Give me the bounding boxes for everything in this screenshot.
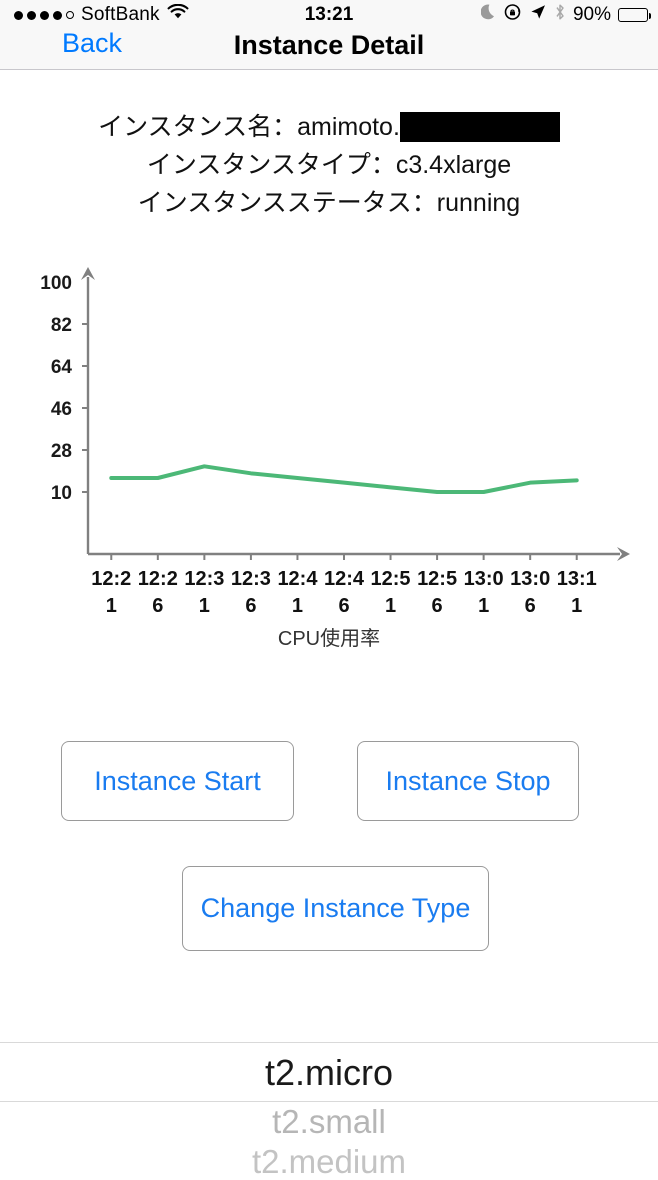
instance-name-line: インスタンス名：amimoto. bbox=[0, 108, 658, 146]
instance-stop-button[interactable]: Instance Stop bbox=[357, 741, 579, 821]
navigation-bar: Back Instance Detail bbox=[0, 28, 658, 70]
svg-text:6: 6 bbox=[152, 595, 163, 617]
svg-text:64: 64 bbox=[51, 357, 73, 378]
redaction-block bbox=[399, 112, 560, 142]
svg-text:1: 1 bbox=[199, 595, 210, 617]
svg-text:10: 10 bbox=[51, 483, 72, 504]
instance-info: インスタンス名：amimoto. インスタンスタイプ：c3.4xlarge イン… bbox=[0, 108, 658, 222]
svg-text:1: 1 bbox=[478, 595, 489, 617]
svg-text:6: 6 bbox=[525, 595, 536, 617]
svg-text:6: 6 bbox=[432, 595, 443, 617]
svg-text:13:0: 13:0 bbox=[464, 568, 504, 590]
bluetooth-icon bbox=[554, 3, 566, 27]
status-bar-right: 90% bbox=[480, 3, 651, 27]
moon-icon bbox=[480, 3, 497, 27]
svg-text:1: 1 bbox=[385, 595, 396, 617]
picker-option-after[interactable]: t2.medium bbox=[0, 1142, 658, 1180]
page-title: Instance Detail bbox=[233, 30, 425, 60]
svg-text:82: 82 bbox=[51, 315, 72, 336]
svg-text:13:0: 13:0 bbox=[510, 568, 550, 590]
svg-text:6: 6 bbox=[245, 595, 256, 617]
instance-name-label: インスタンス名：amimoto. bbox=[98, 113, 400, 141]
svg-text:46: 46 bbox=[51, 399, 72, 420]
location-arrow-icon bbox=[529, 3, 547, 27]
chart-caption: CPU使用率 bbox=[277, 628, 381, 650]
svg-text:12:4: 12:4 bbox=[324, 568, 365, 590]
svg-text:12:2: 12:2 bbox=[138, 568, 178, 590]
cpu-usage-chart-svg: 10 28 46 64 82 100 12:2 1 12:2 6 12:3 1 12:3 6 12:4 1 12… bbox=[40, 267, 630, 617]
picker-option-selected[interactable]: t2.micro bbox=[0, 1042, 658, 1102]
svg-text:100: 100 bbox=[40, 273, 72, 294]
status-bar: SoftBank 13:21 90% bbox=[0, 0, 658, 30]
battery-icon bbox=[618, 8, 651, 22]
svg-text:28: 28 bbox=[51, 441, 72, 462]
svg-text:12:5: 12:5 bbox=[371, 568, 411, 590]
svg-text:12:3: 12:3 bbox=[231, 568, 271, 590]
svg-text:1: 1 bbox=[106, 595, 117, 617]
svg-text:12:5: 12:5 bbox=[417, 568, 457, 590]
instance-status-label: インスタンスステータス：running bbox=[137, 189, 521, 217]
svg-text:6: 6 bbox=[338, 595, 349, 617]
svg-text:12:2: 12:2 bbox=[91, 568, 131, 590]
picker-option-next[interactable]: t2.small bbox=[0, 1102, 658, 1142]
instance-type-label: インスタンスタイプ：c3.4xlarge bbox=[146, 151, 512, 179]
cpu-usage-chart: 10 28 46 64 82 100 12:2 1 12:2 6 12:3 1 12:3 6 12:4 1 12… bbox=[0, 255, 658, 655]
svg-text:12:4: 12:4 bbox=[277, 568, 318, 590]
change-instance-type-button[interactable]: Change Instance Type bbox=[182, 866, 489, 951]
instance-start-button[interactable]: Instance Start bbox=[61, 741, 294, 821]
rotation-lock-icon bbox=[504, 3, 522, 27]
svg-text:13:1: 13:1 bbox=[557, 568, 597, 590]
svg-text:1: 1 bbox=[571, 595, 582, 617]
instance-type-picker[interactable]: t2.micro t2.small t2.medium bbox=[0, 1042, 658, 1180]
svg-text:12:3: 12:3 bbox=[184, 568, 224, 590]
battery-percent-label: 90% bbox=[572, 4, 611, 25]
svg-text:1: 1 bbox=[292, 595, 303, 617]
